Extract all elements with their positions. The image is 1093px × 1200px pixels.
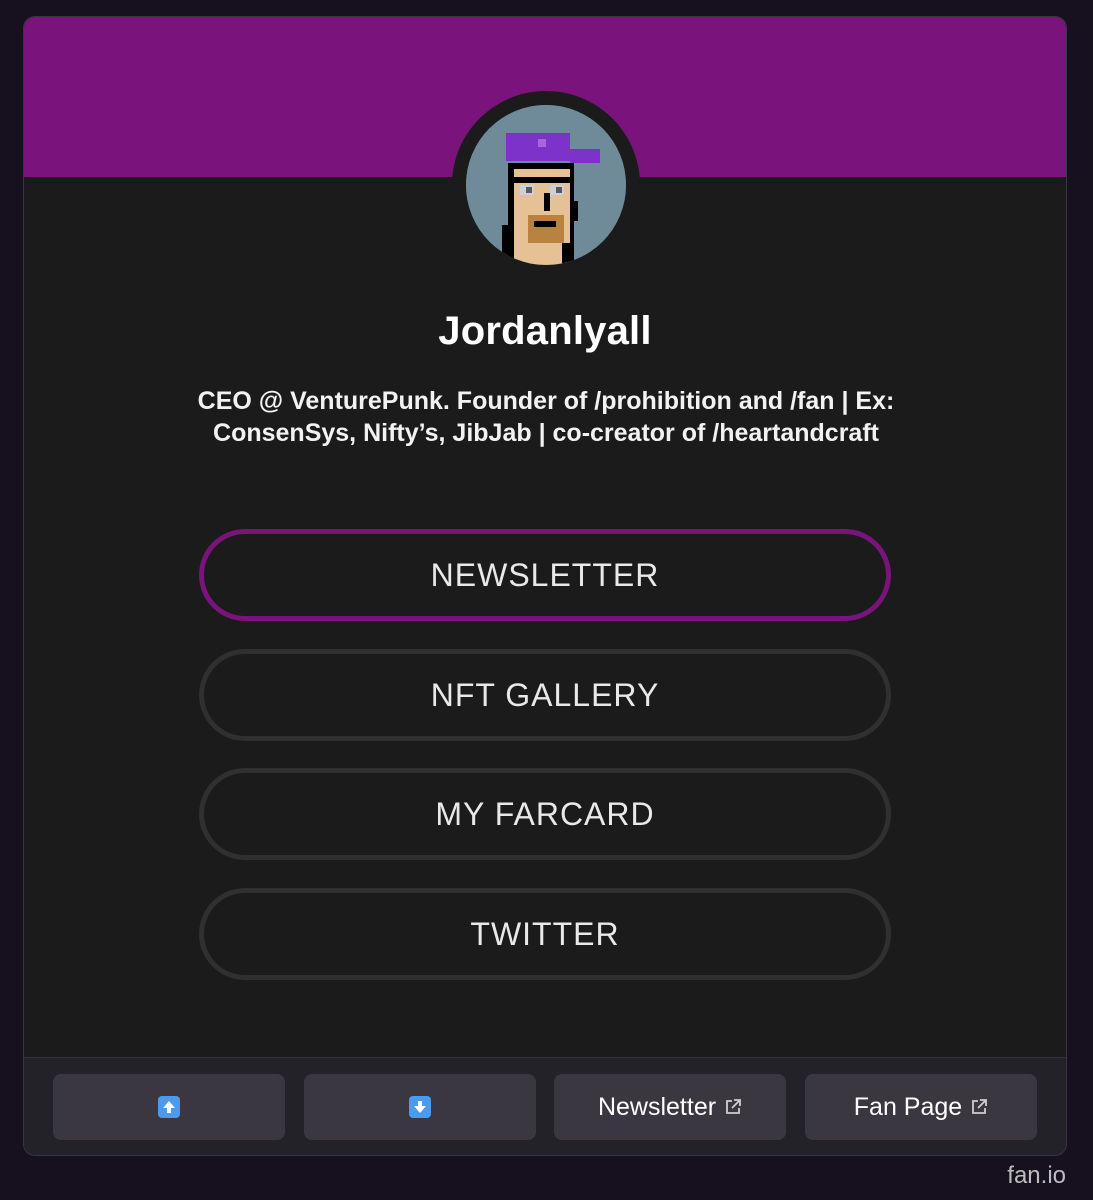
fan-page-label: Fan Page [853,1092,963,1121]
newsletter-label: Newsletter [597,1092,717,1121]
external-link-icon [724,1098,742,1116]
fan-page-external-button[interactable]: Fan Page [805,1074,1037,1140]
cryptopunk-avatar-icon [466,105,626,265]
down-arrow-icon [409,1096,431,1118]
twitter-link-button[interactable]: TWITTER [199,888,891,980]
my-farcard-link-button[interactable]: MY FARCARD [199,768,891,860]
move-up-button[interactable] [53,1074,285,1140]
move-down-button[interactable] [304,1074,536,1140]
profile-name: Jordanlyall [438,309,652,353]
avatar[interactable] [466,105,626,265]
bio-line-2: ConsenSys, Nifty’s, JibJab | co-creator … [213,419,879,447]
profile-card: Jordanlyall CEO @ VenturePunk. Founder o… [23,16,1067,1156]
newsletter-link-button[interactable]: NEWSLETTER [199,529,891,621]
external-link-icon [970,1098,988,1116]
profile-bio: CEO @ VenturePunk. Founder of /prohibiti… [144,385,948,449]
bio-line-1: CEO @ VenturePunk. Founder of /prohibiti… [197,387,895,415]
nft-gallery-link-button[interactable]: NFT GALLERY [199,649,891,741]
up-arrow-icon [158,1096,180,1118]
newsletter-external-button[interactable]: Newsletter [554,1074,786,1140]
brand-label[interactable]: fan.io [1007,1162,1066,1190]
avatar-ring [452,91,640,279]
footer-actions: Newsletter Fan Page [24,1057,1066,1155]
